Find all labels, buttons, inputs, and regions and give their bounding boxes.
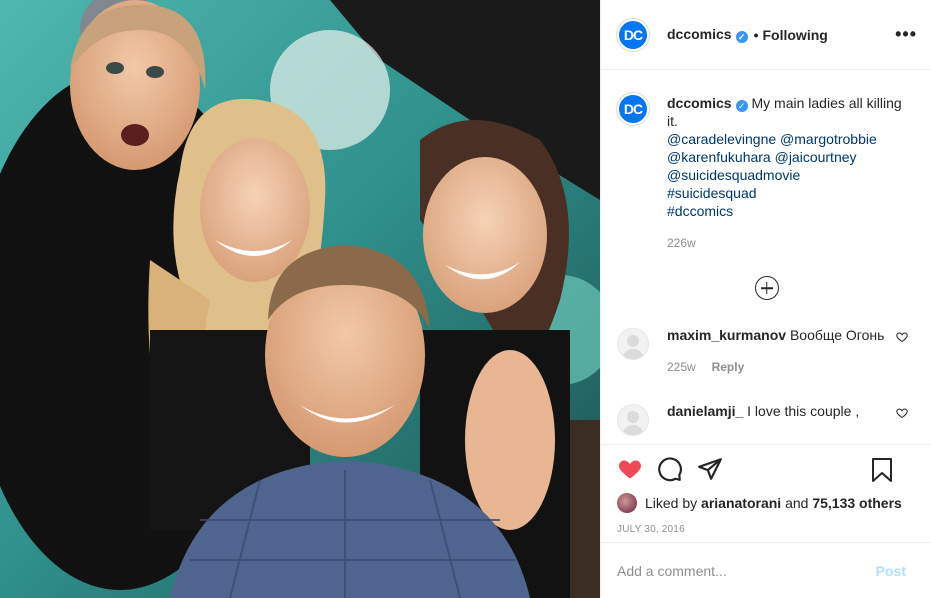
verified-icon: ✓ <box>735 31 748 43</box>
caption-tag[interactable]: #dccomics <box>667 202 916 220</box>
verified-icon: ✓ <box>735 100 748 112</box>
default-avatar-icon[interactable] <box>617 328 649 360</box>
caption-tag[interactable]: @suicidesquadmovie <box>667 166 916 184</box>
comments-list[interactable]: DC dccomics ✓ My main ladies all killing … <box>601 71 931 443</box>
liker-username-rest[interactable]: torani <box>742 495 781 511</box>
post-photo[interactable] <box>0 0 600 598</box>
reply-button[interactable]: Reply <box>712 360 745 374</box>
post-date[interactable]: JULY 30, 2016 <box>617 524 916 535</box>
liked-by: Liked by ariana torani and 75,133 others <box>617 493 916 513</box>
more-dots-icon[interactable]: ••• <box>895 24 917 45</box>
add-comment-input[interactable] <box>617 562 876 579</box>
likes-count[interactable]: 75,133 others <box>812 495 902 511</box>
comment-like-heart-icon[interactable] <box>896 330 908 346</box>
separator-dot: • <box>753 26 759 43</box>
liker-avatar[interactable] <box>617 493 637 513</box>
following-button[interactable]: Following <box>763 27 828 43</box>
caption-body: dccomics ✓ My main ladies all killing it.… <box>667 87 916 252</box>
caption-tag[interactable]: @caradelevingne @margotrobbie <box>667 130 916 148</box>
comment-text: Вообще Огонь <box>789 327 885 343</box>
comment-body: danielamji_ I love this couple , <box>667 402 887 436</box>
liked-by-and: and <box>785 495 809 511</box>
share-paper-plane-icon[interactable] <box>697 456 723 482</box>
caption-tag[interactable]: @karenfukuhara @jaicourtney <box>667 148 916 166</box>
caption-tag[interactable]: #suicidesquad <box>667 184 916 202</box>
caption-avatar[interactable]: DC <box>617 93 649 125</box>
caption-username[interactable]: dccomics <box>667 95 732 111</box>
header-username-text[interactable]: dccomics <box>667 26 732 42</box>
default-avatar-icon[interactable] <box>617 404 649 436</box>
comment-body: maxim_kurmanov Вообще Огонь 225w Reply <box>667 326 887 376</box>
header-username[interactable]: dccomics ✓ <box>667 26 748 43</box>
post-sidebar: DC dccomics ✓ • Following ••• DC dccomics… <box>600 0 931 598</box>
liked-by-prefix: Liked by <box>645 495 698 511</box>
comment-item: maxim_kurmanov Вообще Огонь 225w Reply <box>617 326 916 376</box>
dc-avatar[interactable]: DC <box>617 18 649 51</box>
caption: DC dccomics ✓ My main ladies all killing … <box>617 87 916 252</box>
action-icons <box>617 445 916 493</box>
comment-bubble-icon[interactable] <box>657 456 683 482</box>
comment-item: danielamji_ I love this couple , <box>617 402 916 436</box>
like-heart-icon[interactable] <box>617 457 643 481</box>
caption-time[interactable]: 226w <box>667 234 696 252</box>
comment-text: I love this couple , <box>747 403 860 419</box>
load-more-comments-icon[interactable] <box>754 276 779 300</box>
post-header: DC dccomics ✓ • Following ••• <box>601 0 931 70</box>
bookmark-save-icon[interactable] <box>870 457 894 483</box>
comment-username[interactable]: danielamji_ <box>667 403 743 419</box>
add-comment-bar: Post <box>601 542 931 598</box>
post-comment-button[interactable]: Post <box>876 563 906 579</box>
comment-username[interactable]: maxim_kurmanov <box>667 327 786 343</box>
post-image <box>0 0 600 598</box>
comment-time[interactable]: 225w <box>667 358 696 376</box>
liker-username[interactable]: ariana <box>701 495 742 511</box>
comment-like-heart-icon[interactable] <box>896 406 908 422</box>
